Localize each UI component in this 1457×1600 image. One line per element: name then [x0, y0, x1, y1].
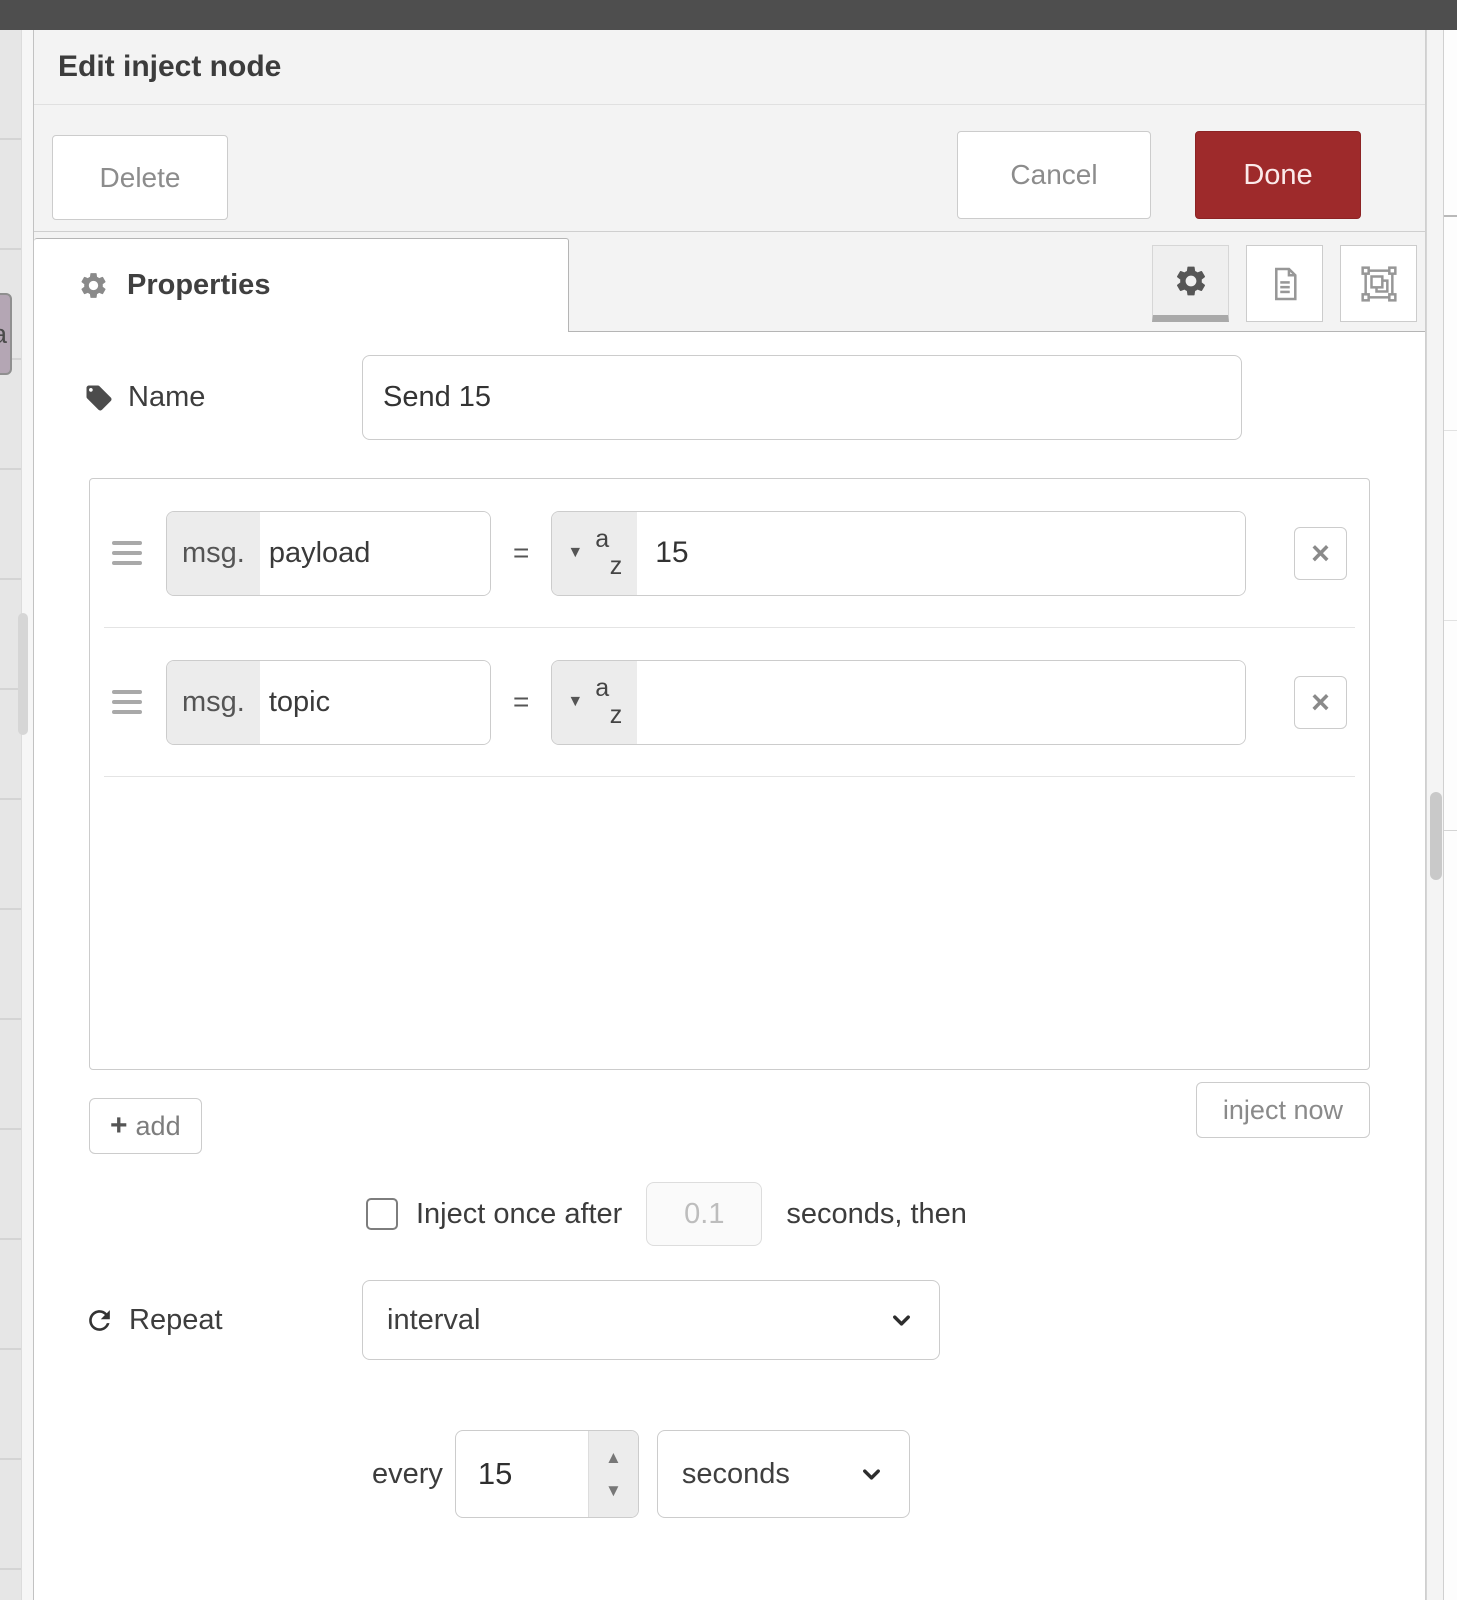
equals-sign: =: [513, 537, 529, 569]
add-button-label: add: [136, 1111, 181, 1142]
repeat-select[interactable]: interval: [362, 1280, 940, 1360]
description-tab-button[interactable]: [1246, 245, 1323, 322]
done-button[interactable]: Done: [1195, 131, 1361, 219]
properties-tab-button[interactable]: [1152, 245, 1229, 322]
topic-value[interactable]: [637, 661, 1245, 744]
list-actions-row: + add inject now: [89, 1082, 1370, 1154]
workspace-right-edge: [1444, 30, 1457, 1600]
inject-once-delay-input[interactable]: [646, 1182, 762, 1246]
tab-properties-label: Properties: [127, 269, 270, 302]
inject-once-row: Inject once after seconds, then: [34, 1182, 1425, 1246]
inject-once-suffix-label: seconds, then: [786, 1198, 967, 1231]
caret-down-icon: ▼: [567, 544, 583, 562]
property-row-topic: msg. topic = ▼ a z ×: [90, 628, 1369, 776]
type-select-button[interactable]: ▼ a z: [552, 512, 637, 595]
palette-node-partial: a: [0, 293, 12, 375]
editor-tab-toolbar: [1152, 245, 1417, 322]
dialog-scrollbar-thumb[interactable]: [1430, 792, 1442, 880]
equals-sign: =: [513, 686, 529, 718]
remove-row-button[interactable]: ×: [1294, 527, 1347, 580]
chevron-down-icon: [888, 1307, 915, 1334]
interval-spinner: 15 ▲ ▼: [455, 1430, 639, 1518]
interval-row: every 15 ▲ ▼ seconds: [34, 1430, 1425, 1518]
interval-unit-select[interactable]: seconds: [657, 1430, 910, 1518]
plus-icon: +: [110, 1109, 128, 1143]
divider: [1444, 620, 1457, 621]
inject-once-checkbox[interactable]: [366, 1198, 398, 1230]
spinner-down-icon[interactable]: ▼: [605, 1482, 622, 1499]
list-empty-space: [90, 777, 1369, 1069]
tab-properties[interactable]: Properties: [34, 238, 569, 332]
gear-icon: [1173, 263, 1209, 299]
msg-prefix: msg.: [167, 512, 260, 595]
dialog-tab-bar: Properties: [34, 232, 1425, 332]
typed-value-input[interactable]: ▼ a z 15: [551, 511, 1246, 596]
palette-node-label: a: [0, 319, 7, 350]
repeat-icon: [84, 1305, 115, 1336]
delete-button[interactable]: Delete: [52, 135, 228, 220]
gear-icon: [78, 270, 109, 301]
palette-gap: [22, 30, 33, 1600]
dialog-header: Edit inject node: [34, 30, 1425, 105]
property-row-payload: msg. payload = ▼ a z 15 ×: [90, 479, 1369, 627]
repeat-select-value: interval: [387, 1304, 481, 1337]
dialog-title: Edit inject node: [58, 50, 281, 84]
property-key-input[interactable]: msg. topic: [166, 660, 491, 745]
add-property-button[interactable]: + add: [89, 1098, 202, 1154]
repeat-label: Repeat: [129, 1304, 223, 1337]
palette-scrollbar-thumb[interactable]: [18, 613, 28, 735]
property-key-input[interactable]: msg. payload: [166, 511, 491, 596]
interval-unit-value: seconds: [682, 1458, 790, 1491]
app-header-bar: [0, 0, 1457, 30]
inject-now-button[interactable]: inject now: [1196, 1082, 1370, 1138]
property-key-value[interactable]: payload: [260, 512, 490, 595]
divider: [1444, 430, 1457, 431]
edit-inject-node-dialog: Edit inject node Delete Cancel Done Prop…: [33, 30, 1426, 1600]
appearance-icon: [1359, 264, 1399, 304]
appearance-tab-button[interactable]: [1340, 245, 1417, 322]
name-label: Name: [128, 381, 205, 414]
repeat-row: Repeat interval: [34, 1280, 1425, 1360]
tag-icon: [84, 383, 114, 413]
name-row: Name: [84, 355, 1425, 440]
msg-prefix: msg.: [167, 661, 260, 744]
string-type-icon: a z: [595, 678, 622, 726]
message-properties-list: msg. payload = ▼ a z 15 ×: [89, 478, 1370, 1070]
drag-handle-icon[interactable]: [112, 541, 142, 565]
cancel-button[interactable]: Cancel: [957, 131, 1151, 219]
every-label: every: [372, 1458, 443, 1491]
payload-value[interactable]: 15: [637, 512, 1245, 595]
dialog-body: Name msg. payload = ▼ a z: [34, 332, 1425, 1518]
spinner-up-icon[interactable]: ▲: [605, 1449, 622, 1466]
spinner-stepper[interactable]: ▲ ▼: [588, 1431, 638, 1517]
dialog-button-bar: Delete Cancel Done: [34, 105, 1425, 232]
typed-value-input[interactable]: ▼ a z: [551, 660, 1246, 745]
divider: [1444, 830, 1457, 831]
type-select-button[interactable]: ▼ a z: [552, 661, 637, 744]
chevron-down-icon: [858, 1461, 885, 1488]
drag-handle-icon[interactable]: [112, 690, 142, 714]
string-type-icon: a z: [595, 529, 622, 577]
caret-down-icon: ▼: [567, 693, 583, 711]
repeat-field-label: Repeat: [84, 1304, 362, 1337]
divider: [1444, 215, 1457, 217]
close-icon: ×: [1311, 684, 1330, 721]
interval-value-input[interactable]: 15: [456, 1431, 588, 1517]
palette-background: a: [0, 30, 22, 1600]
description-icon: [1266, 265, 1304, 303]
property-key-value[interactable]: topic: [260, 661, 490, 744]
inject-once-label: Inject once after: [416, 1198, 622, 1231]
dialog-scrollbar-track[interactable]: [1426, 30, 1444, 1600]
name-field-label: Name: [84, 381, 362, 414]
name-input[interactable]: [362, 355, 1242, 440]
remove-row-button[interactable]: ×: [1294, 676, 1347, 729]
close-icon: ×: [1311, 535, 1330, 572]
